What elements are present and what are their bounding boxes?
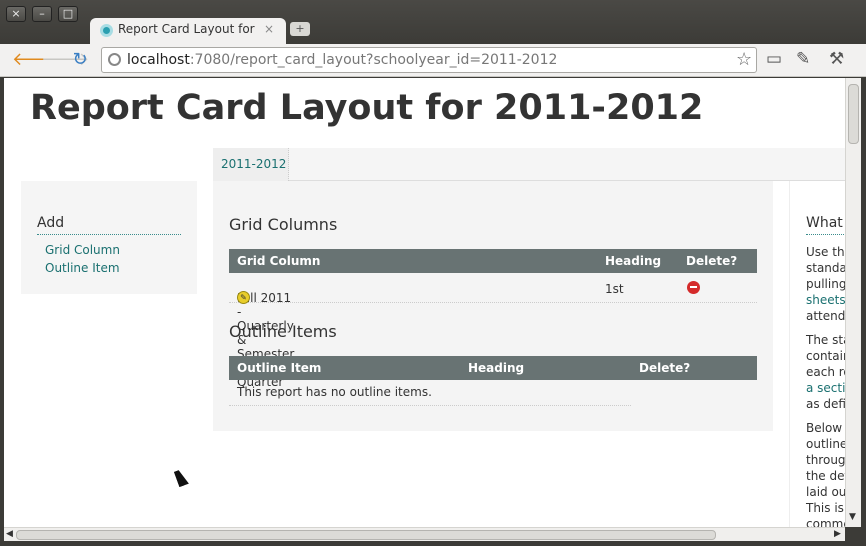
help-line: each ro xyxy=(806,365,845,379)
tab-close-icon[interactable]: × xyxy=(264,22,274,36)
url-host: localhost xyxy=(127,52,190,68)
table-row: Fall 2011 - Quarterly & Semester - 1st Q… xyxy=(229,273,757,389)
horizontal-scroll-thumb[interactable] xyxy=(16,530,716,540)
help-line: The sta xyxy=(806,333,845,347)
help-line: as defin xyxy=(806,397,845,411)
layout-panel: Grid Columns Grid Column Heading Delete?… xyxy=(213,181,773,431)
outline-empty-message: This report has no outline items. xyxy=(229,380,631,406)
col-header-outline-delete: Delete? xyxy=(639,361,691,375)
grid-column-heading: 1st xyxy=(605,282,624,296)
url-text[interactable]: localhost:7080/report_card_layout?school… xyxy=(127,52,557,68)
help-line: standar xyxy=(806,261,845,275)
page-title: Report Card Layout for 2011-2012 xyxy=(30,88,704,128)
grid-columns-header: Grid Column Heading Delete? xyxy=(229,249,757,273)
sidebar-heading: Add xyxy=(37,215,181,235)
browser-window: × – □ Report Card Layout for 2011-2012 ×… xyxy=(0,0,866,546)
edit-icon[interactable]: ✎ xyxy=(237,291,250,304)
col-header-outline-item: Outline Item xyxy=(237,361,322,375)
window-maximize-button[interactable]: □ xyxy=(58,6,78,22)
col-header-heading: Heading xyxy=(605,254,662,268)
new-tab-button[interactable]: + xyxy=(290,22,310,36)
col-header-delete: Delete? xyxy=(686,254,738,268)
horizontal-scrollbar[interactable]: ◀ ▶ xyxy=(4,527,845,541)
help-link[interactable]: a sectio xyxy=(806,381,845,395)
add-sidebar: Add Grid Column Outline Item xyxy=(21,181,197,294)
globe-icon xyxy=(108,53,121,66)
back-arrow-icon[interactable]: 🡐 xyxy=(12,50,60,70)
url-path: :7080/report_card_layout?schoolyear_id=2… xyxy=(189,52,558,68)
tab-schoolyear[interactable]: 2011-2012 xyxy=(213,148,289,181)
tab-title: Report Card Layout for 2011-2012 xyxy=(118,22,258,36)
add-outline-item-link[interactable]: Outline Item xyxy=(45,261,120,275)
title-bar: × – □ Report Card Layout for 2011-2012 ×… xyxy=(0,0,866,44)
scroll-left-arrow-icon[interactable]: ◀ xyxy=(6,529,13,539)
grid-columns-title: Grid Columns xyxy=(229,215,338,234)
outline-items-header: Outline Item Heading Delete? xyxy=(229,356,757,380)
help-link[interactable]: sheets xyxy=(806,293,845,307)
cast-icon[interactable]: ▭ xyxy=(766,49,782,69)
outline-items-title: Outline Items xyxy=(229,322,337,341)
help-line: outline xyxy=(806,437,845,451)
window-minimize-button[interactable]: – xyxy=(32,6,52,22)
star-icon[interactable]: ☆ xyxy=(736,49,752,70)
help-line: attenda xyxy=(806,309,845,323)
scroll-right-arrow-icon[interactable]: ▶ xyxy=(834,529,841,539)
col-header-outline-heading: Heading xyxy=(468,361,525,375)
help-panel: What i Use this standar pulling sheets a… xyxy=(789,181,845,527)
help-line: pulling xyxy=(806,277,845,291)
help-line: Use this xyxy=(806,245,845,259)
help-line: contain xyxy=(806,349,845,363)
address-bar[interactable]: localhost:7080/report_card_layout?school… xyxy=(101,47,757,73)
favicon-icon xyxy=(100,24,113,37)
forward-arrow-icon[interactable]: 🡒 xyxy=(41,50,89,70)
browser-toolbar: 🡐 🡒 ↻ localhost:7080/report_card_layout?… xyxy=(0,44,866,77)
schoolyear-tabs: 2011-2012 xyxy=(213,148,845,181)
window-close-button[interactable]: × xyxy=(6,6,26,22)
col-header-grid-column: Grid Column xyxy=(237,254,321,268)
help-line: laid out xyxy=(806,485,845,499)
help-heading: What i xyxy=(806,215,845,235)
help-line: the def xyxy=(806,469,845,483)
delete-icon[interactable] xyxy=(687,281,700,294)
wrench-icon[interactable]: ⚒ xyxy=(829,49,844,69)
reload-icon[interactable]: ↻ xyxy=(70,50,90,70)
add-grid-column-link[interactable]: Grid Column xyxy=(45,243,120,257)
help-line: comme xyxy=(806,517,845,527)
page-content: Report Card Layout for 2011-2012 Add Gri… xyxy=(4,78,845,527)
help-line: through xyxy=(806,453,845,467)
help-line: This is n xyxy=(806,501,845,515)
scroll-down-arrow-icon[interactable]: ▼ xyxy=(849,512,856,522)
vertical-scroll-thumb[interactable] xyxy=(848,84,859,144)
vertical-scrollbar[interactable]: ▼ xyxy=(845,78,861,527)
pin-icon[interactable]: ✎ xyxy=(796,49,810,69)
help-line: Below t xyxy=(806,421,845,435)
browser-tab[interactable]: Report Card Layout for 2011-2012 × xyxy=(90,18,286,44)
